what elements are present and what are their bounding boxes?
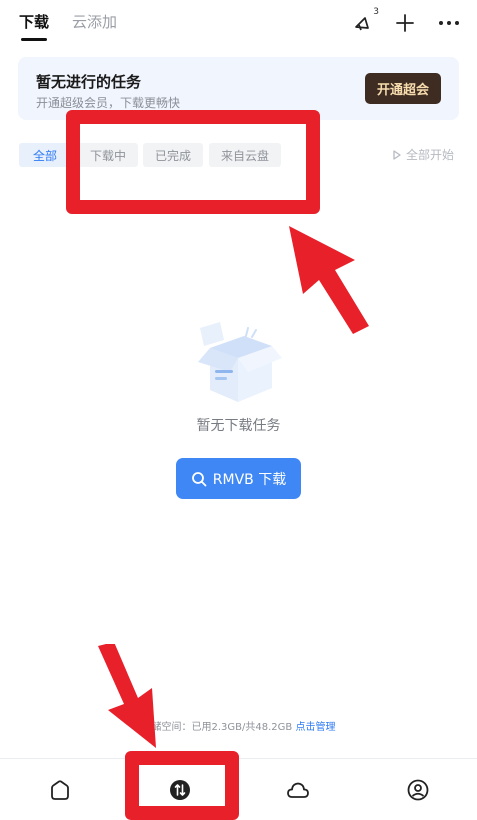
tab-download[interactable]: 下载	[19, 12, 49, 32]
storage-info: 存储空间：已用2.3GB/共48.2GB 点击管理	[0, 718, 477, 733]
annotation-box-transfer	[125, 751, 239, 820]
search-icon	[191, 471, 207, 486]
notify-badge: 3	[373, 7, 379, 17]
broadcast-icon	[355, 17, 369, 31]
more-icon	[439, 21, 459, 25]
empty-box-illustration	[198, 322, 282, 402]
play-icon	[393, 149, 401, 160]
start-all-button[interactable]: 全部开始	[392, 146, 454, 163]
annotation-arrow-up	[289, 226, 369, 334]
cloud-icon	[287, 782, 309, 798]
nav-home[interactable]	[46, 776, 74, 804]
rmvb-download-label: RMVB 下载	[212, 471, 287, 488]
profile-icon	[407, 779, 429, 801]
nav-profile[interactable]	[404, 776, 432, 804]
tab-cloud-add[interactable]: 云添加	[72, 12, 117, 32]
manage-storage-link[interactable]: 点击管理	[295, 722, 335, 733]
empty-message: 暂无下载任务	[196, 418, 281, 434]
more-button[interactable]	[436, 10, 462, 36]
filter-all[interactable]: 全部	[19, 143, 71, 167]
open-vip-button[interactable]: 开通超会	[365, 73, 441, 104]
add-button[interactable]	[392, 10, 418, 36]
plus-icon	[396, 14, 414, 32]
annotation-arrow-down	[98, 644, 156, 748]
promo-title: 暂无进行的任务	[36, 73, 142, 91]
home-icon	[51, 780, 69, 800]
annotation-box-filters	[66, 110, 320, 214]
top-tab-bar: 下载 云添加 3	[0, 0, 477, 44]
promo-subtitle: 开通超级会员，下载更畅快	[36, 96, 181, 110]
rmvb-download-button[interactable]: RMVB 下载	[176, 458, 301, 499]
nav-cloud[interactable]	[284, 776, 312, 804]
broadcast-button[interactable]: 3	[350, 7, 379, 36]
tab-active-indicator	[21, 38, 47, 41]
start-all-label: 全部开始	[406, 148, 455, 162]
